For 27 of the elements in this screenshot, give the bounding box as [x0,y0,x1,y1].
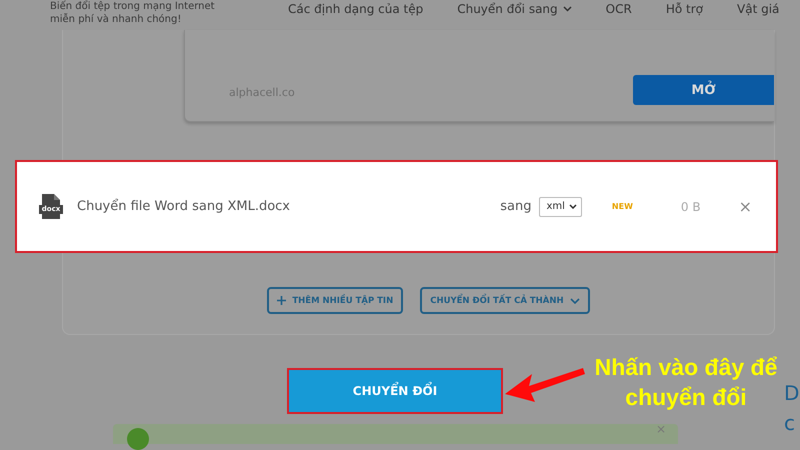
new-label: NEW [612,202,633,211]
nav-link[interactable]: Hỗ trợ [666,0,703,18]
tagline-text: Biến đổi tệp trong mạng Internet [50,0,216,13]
nav-link[interactable]: OCR [606,0,632,18]
callout-text: Nhấn vào đây để [594,353,778,382]
document-icon [39,192,63,220]
file-name: Chuyển file Word sang XML.docx [77,199,292,214]
add-files-button[interactable]: THÊM NHIỀU TẬP TIN [267,287,404,314]
status-circle-icon [127,428,149,450]
chevron-down-icon [568,204,577,209]
nav-link[interactable]: Chuyển đổi sang [457,0,572,18]
chevron-down-icon [570,298,580,304]
to-label: sang [500,199,532,214]
side-text: D [784,380,800,407]
convert-all-button[interactable]: CHUYỂN ĐỔI TẤT CẢ THÀNH [420,287,590,314]
remove-button[interactable]: × [738,197,752,216]
nav-link[interactable]: Các định dạng của tệp [288,0,424,18]
callout-text: chuyển đổi [625,383,747,412]
convert-button[interactable]: CHUYỂN ĐỔI [287,368,503,414]
tagline-text: miễn phí và nhanh chóng! [50,13,182,26]
side-text: c [784,410,796,437]
nav-link[interactable]: Vật giá [737,0,780,18]
file-size: 0 B [680,200,701,214]
format-select[interactable]: xml [539,196,582,216]
plus-icon [277,296,286,305]
chevron-down-icon [562,6,572,12]
open-button[interactable]: MỞ [633,75,774,105]
